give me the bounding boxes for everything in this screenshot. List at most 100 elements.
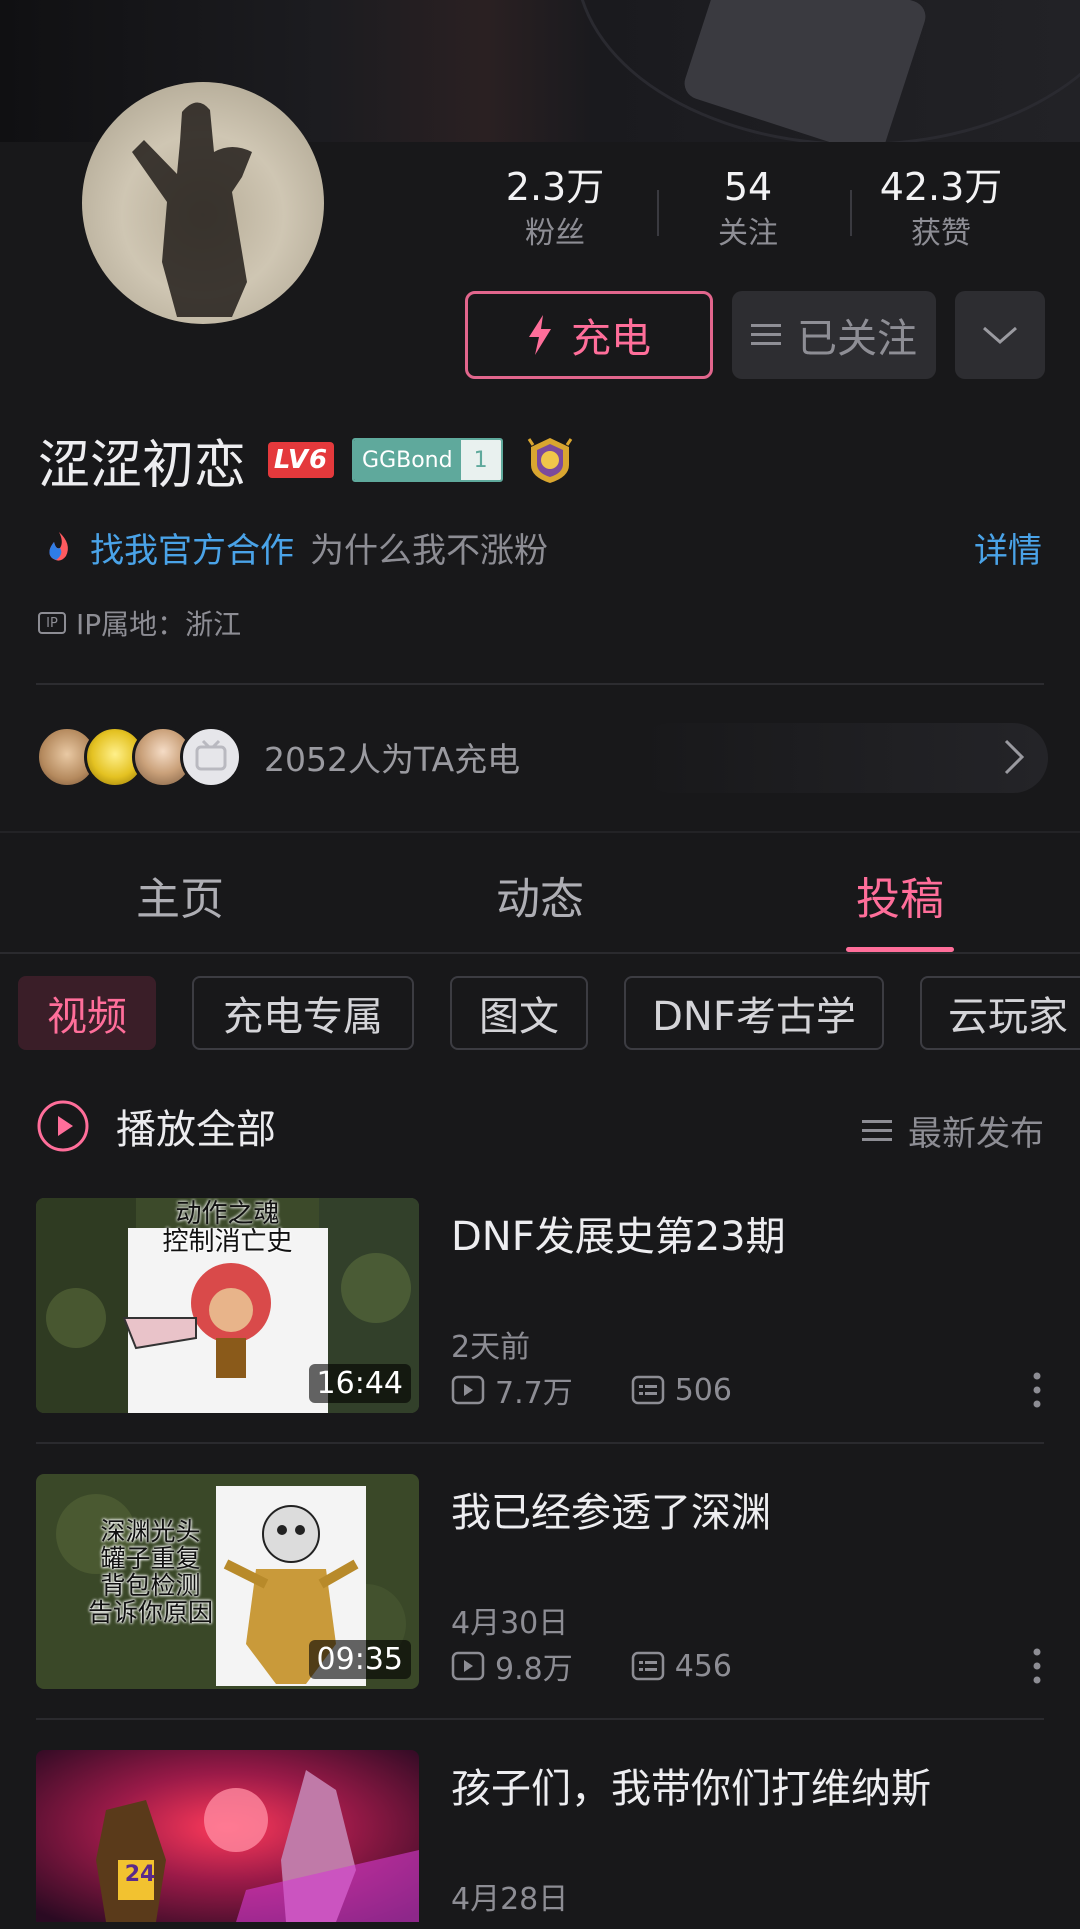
view-count-value: 7.7万: [495, 1376, 573, 1411]
followed-button[interactable]: 已关注: [732, 291, 936, 379]
thumbnail-caption-line: 控制消亡史: [162, 1227, 293, 1257]
ip-location: IP IP属地：浙江: [38, 603, 241, 643]
thumbnail-caption-line: 深渊光头: [100, 1517, 201, 1546]
divider: [0, 952, 1080, 954]
fan-medal-badge[interactable]: GGBond 1: [352, 438, 503, 482]
video-date: 4月28日: [451, 1882, 569, 1917]
sort-lines-icon: [862, 1119, 892, 1141]
comment-count: 456: [631, 1649, 732, 1684]
charge-button[interactable]: 充电: [465, 291, 713, 379]
thumbnail-caption-line: 罐子重复: [100, 1544, 201, 1573]
divider: [36, 1442, 1044, 1444]
divider: [36, 683, 1044, 685]
following-label: 关注: [718, 216, 778, 251]
likes-label: 获赞: [911, 216, 971, 251]
lightning-icon: [529, 315, 551, 355]
ip-location-text: IP属地：浙江: [76, 608, 242, 641]
charge-label: 充电: [571, 316, 651, 362]
followers-label: 粉丝: [525, 216, 585, 251]
thumbnail-caption: 深渊光头 罐子重复 背包检测 告诉你原因: [88, 1518, 213, 1626]
video-date: 4月30日: [451, 1606, 569, 1641]
supporters-row[interactable]: 2052人为TA充电: [36, 723, 1048, 793]
sort-button[interactable]: 最新发布: [862, 1106, 1044, 1155]
supporters-text: 2052人为TA充电: [264, 740, 521, 779]
tab-uploads[interactable]: 投稿: [800, 863, 1000, 927]
achievement-medal-icon[interactable]: [525, 435, 575, 485]
thumbnail-caption: 动作之魂 控制消亡史: [36, 1200, 419, 1256]
ip-icon: IP: [38, 612, 66, 634]
sort-label: 最新发布: [908, 1114, 1044, 1154]
chip-dnf-archaeology[interactable]: DNF考古学: [624, 976, 884, 1050]
tab-dynamics[interactable]: 动态: [440, 863, 640, 927]
play-circle-icon[interactable]: [36, 1099, 90, 1153]
thumbnail-caption-line: 动作之魂: [175, 1199, 280, 1229]
divider: [36, 1718, 1044, 1720]
stat-likes[interactable]: 42.3万 获赞: [851, 162, 1031, 256]
play-all-row: 播放全部 最新发布: [36, 1096, 1044, 1156]
avatar-image: [132, 102, 252, 318]
danmaku-icon: [631, 1651, 664, 1681]
cooperation-text: 为什么我不涨粉: [310, 530, 548, 571]
level-badge[interactable]: LV6: [268, 442, 335, 478]
more-options-button[interactable]: [955, 291, 1045, 379]
video-item[interactable]: 深渊光头 罐子重复 背包检测 告诉你原因 09:35 我已经参透了深渊 4月30…: [36, 1474, 1044, 1692]
video-thumbnail[interactable]: 24: [36, 1750, 419, 1922]
video-thumbnail[interactable]: 动作之魂 控制消亡史 16:44: [36, 1198, 419, 1413]
video-item[interactable]: 24 孩子们，我带你们打维纳斯 4月28日: [36, 1750, 1044, 1929]
cooperation-logo-icon: [49, 532, 68, 561]
profile-stats: 2.3万 粉丝 54 关注 42.3万 获赞: [465, 162, 1045, 272]
play-count-icon: [451, 1375, 485, 1405]
thumbnail-image: [36, 1750, 419, 1922]
video-title[interactable]: 我已经参透了深渊: [451, 1480, 771, 1538]
video-date: 2天前: [451, 1330, 531, 1365]
video-duration: 09:35: [308, 1640, 411, 1679]
play-all-button[interactable]: 播放全部: [116, 1097, 276, 1155]
following-count: 54: [723, 165, 773, 209]
chip-video[interactable]: 视频: [18, 976, 156, 1050]
profile-name-row: 涩涩初恋 LV6 GGBond 1: [38, 425, 575, 496]
thumbnail-caption-line: 告诉你原因: [88, 1598, 214, 1627]
tab-home[interactable]: 主页: [80, 863, 280, 927]
video-title[interactable]: DNF发展史第23期: [451, 1204, 786, 1262]
more-vertical-icon[interactable]: [1032, 1370, 1042, 1410]
menu-lines-icon: [751, 324, 781, 345]
comment-count-value: 456: [674, 1648, 732, 1684]
play-count-icon: [451, 1651, 485, 1681]
profile-tabs: 主页 动态 投稿: [0, 833, 1080, 952]
view-count: 7.7万: [451, 1368, 573, 1412]
official-cooperation-link[interactable]: 找我官方合作: [90, 523, 294, 572]
comment-count-value: 506: [674, 1372, 732, 1408]
stat-followers[interactable]: 2.3万 粉丝: [465, 162, 645, 256]
comment-count: 506: [631, 1373, 732, 1408]
cooperation-row: 找我官方合作 为什么我不涨粉 详情: [42, 522, 1042, 572]
chip-cloud-player[interactable]: 云玩家: [920, 976, 1080, 1050]
fan-medal-level: 1: [460, 440, 501, 480]
tv-icon: [195, 739, 227, 771]
more-vertical-icon[interactable]: [1032, 1646, 1042, 1686]
fan-medal-name: GGBond: [354, 440, 461, 480]
video-thumbnail[interactable]: 深渊光头 罐子重复 背包检测 告诉你原因 09:35: [36, 1474, 419, 1689]
supporter-avatar: [180, 726, 242, 788]
avatar[interactable]: [82, 82, 324, 324]
chip-charge-exclusive[interactable]: 充电专属: [192, 976, 414, 1050]
video-duration: 16:44: [308, 1364, 411, 1403]
view-count-value: 9.8万: [495, 1652, 573, 1687]
profile-name: 涩涩初恋: [38, 435, 247, 496]
video-stats: 9.8万 456: [451, 1644, 732, 1688]
chip-image-text[interactable]: 图文: [450, 976, 588, 1050]
likes-count: 42.3万: [879, 165, 1003, 209]
thumbnail-caption: 24: [124, 1862, 156, 1887]
view-count: 9.8万: [451, 1644, 573, 1688]
video-item[interactable]: 动作之魂 控制消亡史 16:44 DNF发展史第23期 2天前 7.7万 506: [36, 1198, 1044, 1416]
followed-label: 已关注: [797, 316, 917, 362]
video-stats: 7.7万 506: [451, 1368, 732, 1412]
supporters-background: [636, 723, 1048, 793]
chevron-down-icon: [983, 326, 1017, 344]
video-title[interactable]: 孩子们，我带你们打维纳斯: [451, 1756, 931, 1814]
content-filter-chips: 视频 充电专属 图文 DNF考古学 云玩家: [18, 976, 1080, 1054]
followers-count: 2.3万: [505, 165, 605, 209]
stat-following[interactable]: 54 关注: [658, 162, 838, 256]
thumbnail-caption-line: 背包检测: [100, 1571, 201, 1600]
details-link[interactable]: 详情: [974, 523, 1042, 572]
chevron-right-icon: [1004, 739, 1025, 775]
